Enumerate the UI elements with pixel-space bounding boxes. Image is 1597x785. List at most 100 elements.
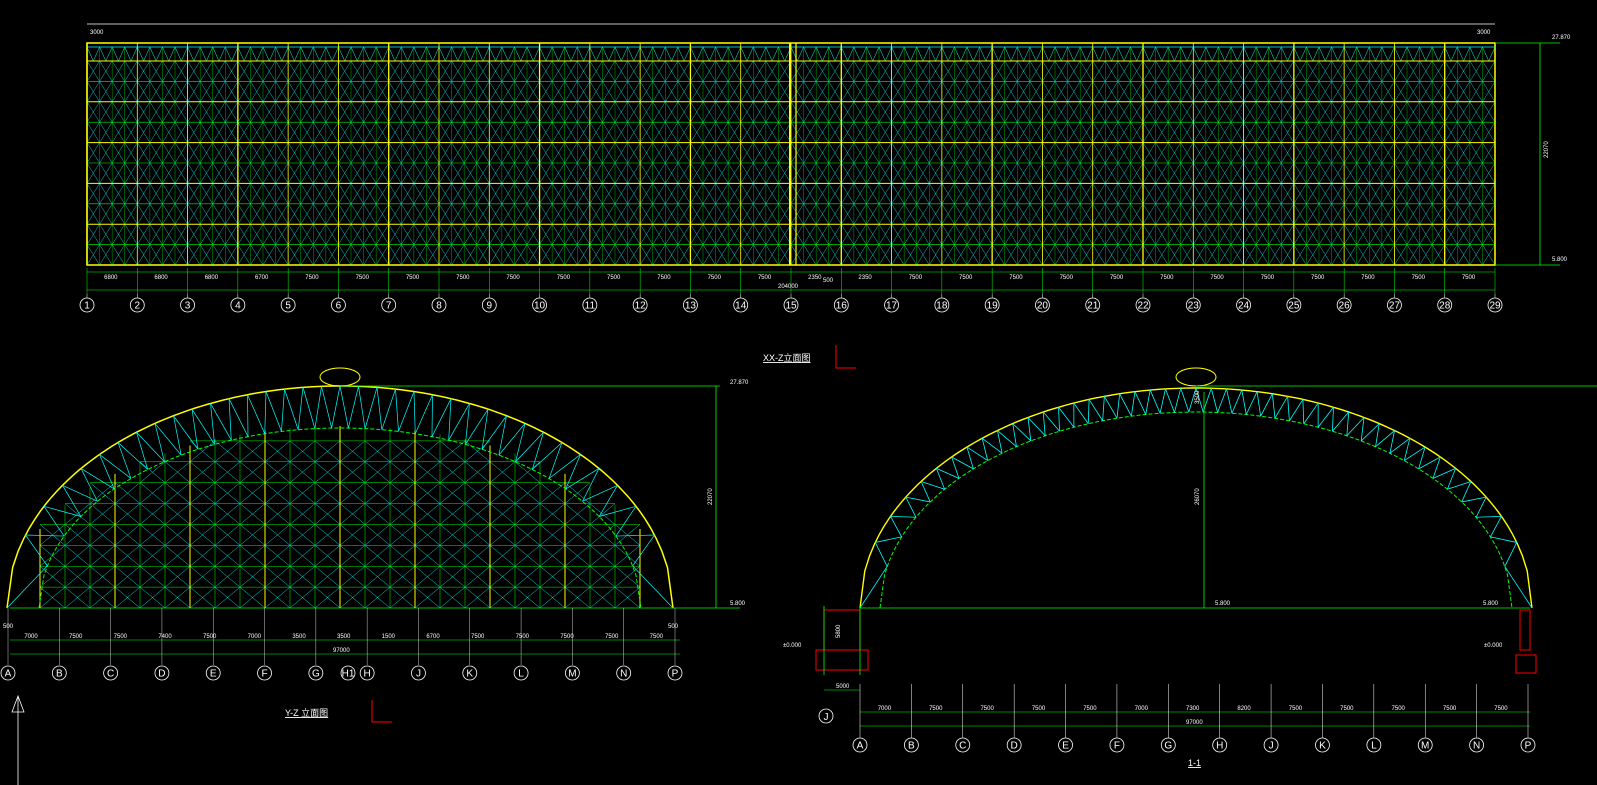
axis-bubble-21: 21 [1085,297,1101,313]
top-bay-dim: 7500 [456,275,470,281]
section-1-1: 26070 3500 5.800 5.800 5800 ±0.000 ±0.00… [783,367,1597,768]
section-bay-dim: 7500 [1443,706,1457,712]
section-bay-dim: 7500 [1340,706,1354,712]
axis-bubble-29-label: 29 [1489,301,1501,312]
section-axis-bubble-L: L [1366,737,1382,753]
top-bay-dim: 7500 [758,275,772,281]
side-crown-skylight [319,367,361,387]
support-height-dim: 5800 [836,624,842,638]
axis-bubble-N: N [616,665,632,681]
top-bay-dim: 7500 [657,275,671,281]
section-axis-bubble-E: E [1058,737,1073,753]
section-axis-bubble-E-label: E [1062,741,1069,752]
top-bay-dim: 7500 [909,275,923,281]
section-axis-bubble-H-label: H [1216,741,1223,752]
top-axis-bubbles: 1 2 3 4 5 6 7 8 9 10 11 12 13 14 15 16 17 18 19 20 21 22 23 24 2… [79,294,1503,313]
section-bay-dim: 7500 [1289,706,1303,712]
left-support-column [815,606,869,675]
top-bay-dim: 7500 [305,275,319,281]
axis-bubble-D: D [154,665,170,681]
side-coordinate-marker [371,700,392,723]
axis-bubble-12: 12 [632,297,648,313]
top-elevation-title: XX-Z立面图 [763,352,811,363]
section-axis-bubble-K: K [1315,737,1330,753]
axis-bubble-8: 8 [431,297,447,313]
axis-bubble-4: 4 [230,297,246,313]
section-level-left: ±0.000 [783,643,802,649]
axis-bubble-8-label: 8 [436,301,442,312]
axis-bubble-C-label: C [107,669,114,680]
section-axis-bubble-B: B [903,737,919,753]
top-bay-dim: 6800 [154,275,168,281]
section-lower-chord [879,411,1513,609]
top-bay-dim: 7500 [708,275,722,281]
top-bay-dim: 7500 [406,275,420,281]
axis-bubble-M-label: M [568,669,576,680]
top-bay-dim: 7500 [1060,275,1074,281]
axis-bubble-14-label: 14 [735,301,747,312]
axis-bubble-6: 6 [331,297,346,313]
axis-bubble-19-label: 19 [987,301,999,312]
section-axis-bubble-M-label: M [1421,741,1429,752]
axis-bubble-3: 3 [180,297,195,313]
side-bay-dim: 7500 [516,634,530,640]
axis-bubble-14: 14 [733,297,749,313]
side-bay-dim: 7500 [114,634,128,640]
axis-bubble-24: 24 [1236,297,1251,313]
grid-bubble-j: J [818,708,834,724]
section-axis-bubble-G: G [1160,737,1176,753]
side-bay-dim: 7500 [605,634,619,640]
axis-bubble-16: 16 [833,297,849,313]
section-axis-bubble-M: M [1417,737,1433,753]
section-bay-dim: 8200 [1237,706,1251,712]
axis-bubble-15-label: 15 [785,301,797,312]
axis-bubble-F-label: F [261,669,267,680]
section-axis-bubble-K-label: K [1319,741,1326,752]
side-height-dim: 22070 [708,488,714,505]
top-bay-dim: 7500 [1361,275,1375,281]
side-total-dim: 97000 [333,648,350,654]
section-bay-dim: 7500 [1083,706,1097,712]
side-bay-dim: 7500 [471,634,485,640]
section-bay-dim: 7500 [1494,706,1508,712]
section-bay-dim: 7500 [980,706,994,712]
axis-bubble-22: 22 [1135,297,1151,313]
axis-bubble-2: 2 [129,297,145,313]
axis-bubble-18-label: 18 [936,301,948,312]
axis-bubble-J: J [411,665,426,681]
axis-bubble-23-label: 23 [1188,301,1200,312]
top-bay-dim: 6700 [255,275,269,281]
axis-bubble-28-label: 28 [1439,301,1451,312]
side-bay-dim: 7500 [69,634,83,640]
section-axis-bubble-N-label: N [1473,741,1480,752]
axis-bubble-B: B [51,665,67,681]
section-axis-bubble-F-label: F [1114,741,1120,752]
section-axis-bubble-B-label: B [908,741,915,752]
section-spring-right: 5.800 [1483,601,1499,607]
top-bay-dim: 7500 [356,275,370,281]
axis-bubble-1-label: 1 [84,301,90,312]
top-total-dim: 204000 [778,284,799,290]
axis-bubble-28: 28 [1437,297,1453,313]
axis-bubble-26: 26 [1336,297,1352,313]
section-axis-bubble-D-label: D [1011,741,1018,752]
axis-bubble-27: 27 [1387,297,1402,313]
axis-bubble-E: E [205,665,221,681]
axis-bubble-4-label: 4 [235,301,241,312]
section-title: 1-1 [1188,758,1201,768]
axis-bubble-7: 7 [381,297,397,313]
axis-bubble-10-label: 10 [534,301,546,312]
height-dim-label: 22070 [1544,141,1550,158]
section-axis-bubble-N: N [1469,737,1485,753]
axis-bubble-3-label: 3 [185,301,191,312]
side-elevation: 27.870 5.800 22070 500 500 7000 7500 7500 7… [0,367,749,785]
axis-bubble-5: 5 [280,297,296,313]
axis-bubble-D-label: D [158,669,165,680]
axis-bubble-13-label: 13 [685,301,697,312]
top-elevation: 3000 3000 27.870 5.800 22070 6800 6800 680… [79,23,1571,369]
axis-bubble-9-label: 9 [487,301,493,312]
section-crown-dim: 3500 [1195,390,1201,404]
axis-bubble-17: 17 [884,297,899,313]
axis-bubble-C: C [103,665,119,681]
axis-bubble-26-label: 26 [1339,301,1351,312]
